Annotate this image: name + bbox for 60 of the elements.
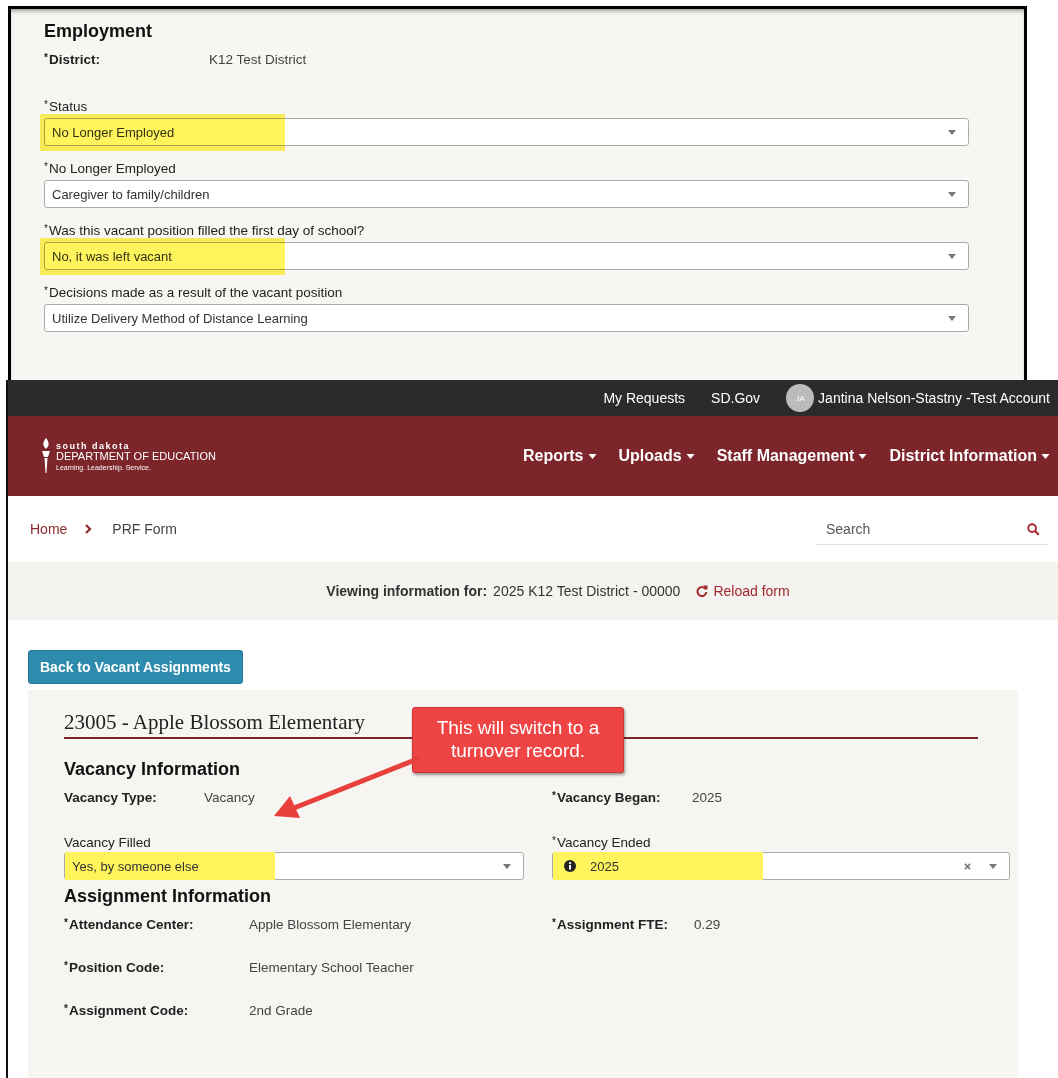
search-icon bbox=[1027, 523, 1040, 536]
dropdown-field[interactable]: Utilize Delivery Method of Distance Learning bbox=[44, 304, 969, 332]
top-link[interactable]: SD.Gov bbox=[711, 390, 761, 406]
field-label: $^{*}$Assignment FTE: bbox=[552, 917, 669, 932]
back-button[interactable]: Back to Vacant Assignments bbox=[28, 650, 243, 684]
section-heading: Employment bbox=[44, 21, 154, 42]
section-heading: Assignment Information bbox=[64, 886, 272, 907]
caret-icon bbox=[989, 863, 997, 869]
search-field[interactable]: Search bbox=[816, 513, 1048, 545]
field-label: $^{*}$Decisions made as a result of the vacant position bbox=[44, 285, 344, 300]
field-label: $^{*}$Attendance Center: bbox=[64, 917, 195, 932]
field-value: 0.29 bbox=[694, 917, 721, 932]
chevron-icon bbox=[85, 524, 93, 534]
field-label: $^{*}$Vacancy Began: bbox=[552, 790, 662, 805]
field-label: $^{*}$Assignment Code: bbox=[64, 1003, 190, 1018]
dropdown-field[interactable]: Yes, by someone else bbox=[64, 852, 524, 880]
caret-icon bbox=[948, 129, 956, 135]
info-value: 2025 K12 Test District - 00000 bbox=[493, 583, 681, 599]
logo-text: south dakota bbox=[56, 441, 131, 451]
field-value: Vacancy bbox=[204, 790, 255, 805]
caret-icon bbox=[858, 453, 868, 459]
top-link[interactable]: My Requests bbox=[603, 390, 686, 406]
field-value: 2nd Grade bbox=[249, 1003, 313, 1018]
refresh-icon bbox=[696, 585, 709, 597]
field-value: Apple Blossom Elementary bbox=[249, 917, 412, 932]
field-label: Vacancy Type: bbox=[64, 790, 158, 805]
dropdown-field[interactable]: 2025 bbox=[552, 852, 1010, 880]
user-name[interactable]: Jantina Nelson-Stastny -Test Account bbox=[818, 390, 1050, 406]
field-value: K12 Test District bbox=[209, 52, 307, 67]
reload-link[interactable]: Reload form bbox=[696, 583, 790, 599]
field-value: 2025 bbox=[692, 790, 723, 805]
field-label: Vacancy Filled bbox=[64, 835, 152, 850]
nav-menu[interactable]: Reports bbox=[523, 447, 597, 465]
nav-menu[interactable]: Uploads bbox=[618, 447, 695, 465]
field-label: $^{*}$District: bbox=[44, 52, 101, 67]
field-label: $^{*}$Status bbox=[44, 99, 89, 114]
caret-icon bbox=[948, 253, 956, 259]
nav-menu[interactable]: Staff Management bbox=[716, 447, 868, 465]
caret-icon bbox=[948, 315, 956, 321]
clear-icon[interactable] bbox=[964, 862, 971, 870]
caret-icon bbox=[685, 453, 695, 459]
field-value: Elementary School Teacher bbox=[249, 960, 414, 975]
caret-icon bbox=[948, 191, 956, 197]
breadcrumb-current: PRF Form bbox=[112, 521, 177, 537]
field-label: $^{*}$Position Code: bbox=[64, 960, 166, 975]
field-label: $^{*}$Vacancy Ended bbox=[552, 835, 652, 850]
info-label: Viewing information for: bbox=[326, 583, 488, 599]
nav-menu[interactable]: District Information bbox=[889, 447, 1050, 465]
caret-icon bbox=[587, 453, 597, 459]
logo-text: DEPARTMENT OF EDUCATION bbox=[56, 450, 216, 462]
field-label: $^{*}$No Longer Employed bbox=[44, 161, 177, 176]
dropdown-field[interactable]: Caregiver to family/children bbox=[44, 180, 969, 208]
section-heading: Vacancy Information bbox=[64, 759, 242, 780]
field-label: $^{*}$Was this vacant position filled the first day of school? bbox=[44, 223, 366, 238]
caret-icon bbox=[1041, 453, 1050, 459]
breadcrumb-link[interactable]: Home bbox=[30, 521, 68, 537]
caret-icon bbox=[503, 863, 511, 869]
torch-icon bbox=[40, 438, 52, 474]
callout-note: This will switch to a turnover record. bbox=[412, 707, 624, 773]
avatar: JA bbox=[786, 384, 815, 412]
